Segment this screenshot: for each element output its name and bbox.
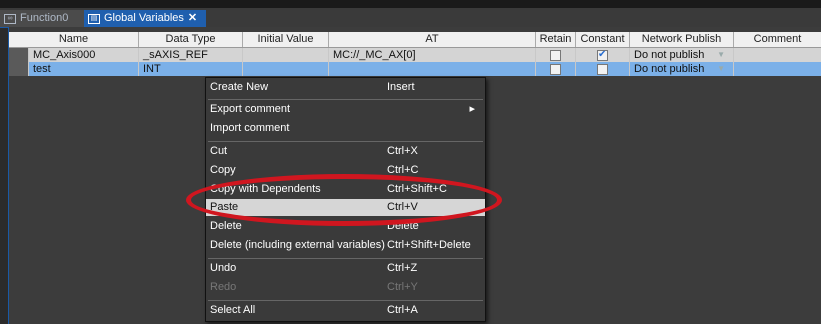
menu-separator — [208, 300, 483, 301]
column-header-network-publish[interactable]: Network Publish — [630, 32, 734, 47]
cell-at[interactable] — [329, 62, 536, 76]
tab-function0[interactable]: ∞ Function0 — [0, 10, 88, 27]
cell-constant[interactable] — [576, 62, 630, 76]
retain-checkbox[interactable] — [550, 63, 561, 75]
table-header: Name Data Type Initial Value AT Retain C… — [9, 32, 821, 48]
cell-name[interactable]: MC_Axis000 — [29, 48, 139, 62]
menu-item-undo[interactable]: Undo Ctrl+Z — [206, 260, 485, 277]
menu-separator — [208, 141, 483, 142]
column-header-retain[interactable]: Retain — [536, 32, 576, 47]
row-handle[interactable] — [9, 48, 29, 62]
cell-retain[interactable] — [536, 48, 576, 62]
menu-item-create-new[interactable]: Create New Insert — [206, 79, 485, 96]
menu-item-redo[interactable]: Redo Ctrl+Y — [206, 279, 485, 296]
menu-item-delete-including-external[interactable]: Delete (including external variables) Ctr… — [206, 237, 485, 254]
cell-constant[interactable] — [576, 48, 630, 62]
function-icon: ∞ — [4, 13, 16, 24]
retain-checkbox[interactable] — [550, 49, 561, 61]
column-header-at[interactable]: AT — [329, 32, 536, 47]
table-row[interactable]: test INT Do not publish ▼ — [9, 62, 821, 76]
title-strip — [0, 0, 821, 8]
tab-label: Function0 — [20, 12, 69, 24]
column-header-name[interactable]: Name — [9, 32, 139, 47]
highlight-ellipse — [186, 174, 502, 226]
constant-checkbox[interactable] — [597, 48, 608, 62]
dropdown-arrow-icon[interactable]: ▼ — [717, 48, 725, 62]
cell-name[interactable]: test — [29, 62, 139, 76]
cell-network-publish[interactable]: Do not publish ▼ — [630, 62, 734, 76]
cell-comment[interactable] — [734, 48, 821, 62]
tab-global-variables[interactable]: ▤ Global Variables ✕ — [84, 10, 206, 27]
menu-item-cut[interactable]: Cut Ctrl+X — [206, 143, 485, 160]
tab-bar: ∞ Function0 ▤ Global Variables ✕ — [0, 8, 821, 28]
column-header-data-type[interactable]: Data Type — [139, 32, 243, 47]
row-handle[interactable] — [9, 62, 29, 76]
column-header-constant[interactable]: Constant — [576, 32, 630, 47]
cell-at[interactable]: MC://_MC_AX[0] — [329, 48, 536, 62]
menu-item-export-comment[interactable]: Export comment ▸ — [206, 101, 485, 118]
cell-initial-value[interactable] — [243, 48, 329, 62]
cell-data-type[interactable]: INT — [139, 62, 243, 76]
menu-item-import-comment[interactable]: Import comment — [206, 120, 485, 137]
cell-network-publish[interactable]: Do not publish ▼ — [630, 48, 734, 62]
constant-checkbox[interactable] — [597, 63, 608, 75]
submenu-arrow-icon: ▸ — [469, 103, 475, 115]
menu-separator — [208, 99, 483, 100]
close-icon[interactable]: ✕ — [188, 10, 197, 27]
table-icon: ▤ — [88, 13, 100, 24]
column-header-comment[interactable]: Comment — [734, 32, 821, 47]
cell-comment[interactable] — [734, 62, 821, 76]
cell-data-type[interactable]: _sAXIS_REF — [139, 48, 243, 62]
table-row[interactable]: MC_Axis000 _sAXIS_REF MC://_MC_AX[0] Do … — [9, 48, 821, 62]
menu-separator — [208, 258, 483, 259]
tab-label: Global Variables — [104, 12, 184, 24]
cell-initial-value[interactable] — [243, 62, 329, 76]
dropdown-arrow-icon[interactable]: ▼ — [717, 62, 725, 76]
column-header-initial-value[interactable]: Initial Value — [243, 32, 329, 47]
menu-item-select-all[interactable]: Select All Ctrl+A — [206, 302, 485, 319]
cell-retain[interactable] — [536, 62, 576, 76]
